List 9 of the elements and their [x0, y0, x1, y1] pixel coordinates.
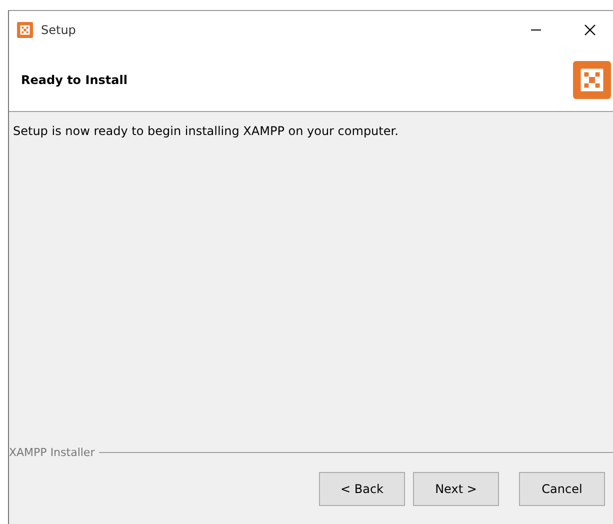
page-heading: Ready to Install — [21, 73, 128, 87]
close-icon[interactable] — [584, 24, 596, 36]
installer-label: XAMPP Installer — [9, 446, 95, 458]
window-title: Setup — [41, 23, 77, 37]
cancel-button[interactable]: Cancel — [519, 472, 605, 506]
app-icon — [17, 22, 33, 38]
next-button[interactable]: Next > — [413, 472, 499, 506]
message-text: Setup is now ready to begin installing XAMPP on your computer. — [13, 124, 398, 138]
back-button[interactable]: < Back — [319, 472, 405, 506]
